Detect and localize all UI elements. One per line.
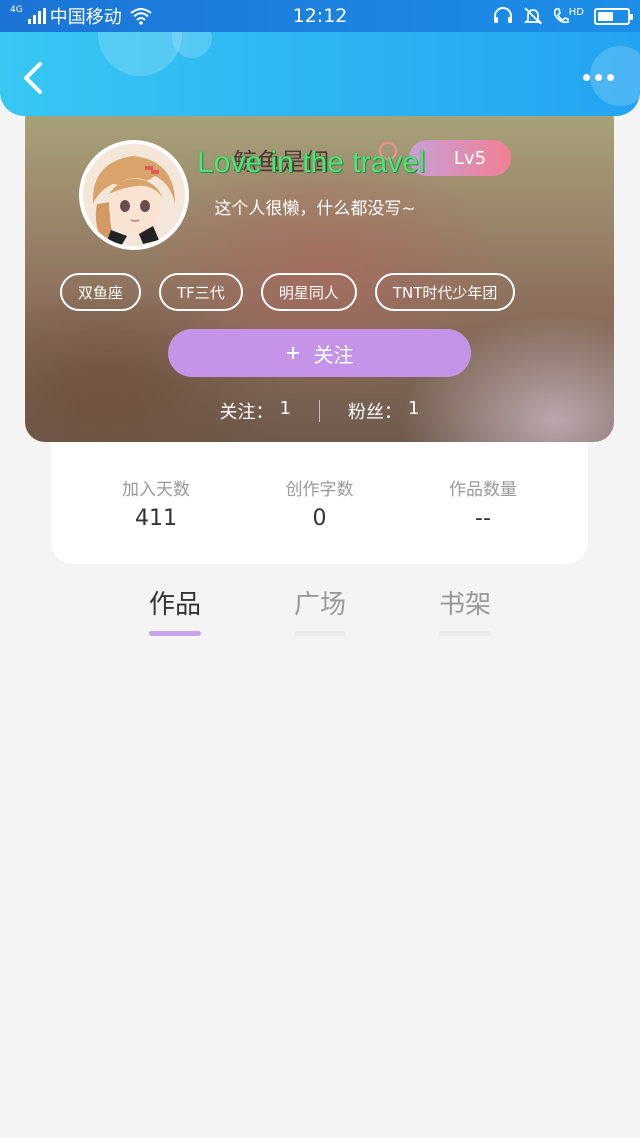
hd-call-icon: HD bbox=[553, 7, 584, 25]
tab-label: 书架 bbox=[438, 590, 491, 620]
fans-count[interactable]: 粉丝： 1 bbox=[348, 398, 419, 424]
tab-works[interactable]: 作品 bbox=[130, 584, 220, 636]
stat-value: -- bbox=[475, 506, 491, 531]
stat-join-days: 加入天数 411 bbox=[101, 475, 211, 564]
more-dot bbox=[595, 74, 602, 81]
tab-bookshelf[interactable]: 书架 bbox=[420, 584, 510, 636]
stat-label: 创作字数 bbox=[285, 480, 354, 500]
signal-icon bbox=[27, 8, 46, 24]
stat-value: 411 bbox=[135, 506, 177, 531]
stat-label: 加入天数 bbox=[122, 480, 190, 500]
tag-list: 双鱼座 TF三代 明星同人 TNT时代少年团 bbox=[60, 273, 516, 311]
overlay-text: Love in the travel bbox=[197, 146, 426, 179]
following-label: 关注： bbox=[219, 402, 274, 423]
mute-bell-icon bbox=[523, 7, 542, 25]
stat-word-count: 创作字数 0 bbox=[265, 475, 375, 564]
stats-card: 加入天数 411 创作字数 0 作品数量 -- bbox=[51, 442, 588, 564]
tag-item[interactable]: TF三代 bbox=[159, 273, 243, 311]
battery-level bbox=[598, 11, 614, 21]
decor-bubble bbox=[98, 32, 182, 76]
stat-value: 0 bbox=[312, 506, 327, 531]
profile-card: 鲸鱼是個 Lv5 Love in the travel 这个人很懒，什么都没写~… bbox=[25, 100, 614, 442]
status-bar: 4G 中国移动 12:12 HD bbox=[0, 0, 640, 32]
fans-label: 粉丝： bbox=[348, 402, 402, 423]
divider bbox=[319, 400, 320, 422]
more-horizontal-icon bbox=[583, 74, 590, 81]
tag-item[interactable]: 明星同人 bbox=[260, 273, 357, 311]
following-count[interactable]: 关注： 1 bbox=[220, 398, 291, 424]
back-button[interactable] bbox=[18, 60, 48, 96]
more-dot bbox=[607, 74, 614, 81]
tab-indicator bbox=[294, 631, 346, 636]
tab-label: 作品 bbox=[148, 590, 201, 620]
decor-bubble bbox=[172, 32, 212, 58]
network-type: 4G bbox=[10, 5, 23, 15]
carrier-name: 中国移动 bbox=[49, 7, 122, 28]
stat-works-count: 作品数量 -- bbox=[428, 475, 538, 564]
tab-indicator bbox=[439, 631, 491, 636]
tag-item[interactable]: TNT时代少年团 bbox=[374, 273, 516, 311]
tab-label: 广场 bbox=[293, 590, 346, 620]
headset-icon bbox=[493, 7, 512, 23]
hd-label: HD bbox=[568, 7, 584, 18]
fans-value: 1 bbox=[408, 398, 420, 419]
stat-label: 作品数量 bbox=[449, 480, 517, 500]
plus-icon bbox=[286, 347, 299, 359]
tab-bar: 作品 广场 书架 bbox=[130, 584, 510, 636]
wifi-icon bbox=[130, 8, 152, 25]
status-right: HD bbox=[493, 6, 633, 26]
tab-square[interactable]: 广场 bbox=[275, 584, 365, 636]
tab-indicator bbox=[149, 631, 201, 636]
header-bar bbox=[0, 32, 640, 116]
follow-stats: 关注： 1 粉丝： 1 bbox=[25, 398, 614, 424]
battery-icon bbox=[594, 7, 633, 25]
following-value: 1 bbox=[279, 398, 291, 419]
profile-bio: 这个人很懒，什么都没写~ bbox=[214, 199, 416, 219]
more-button[interactable] bbox=[583, 74, 614, 81]
follow-label: 关注 bbox=[313, 344, 354, 367]
tag-item[interactable]: 双鱼座 bbox=[60, 273, 142, 311]
chevron-left-icon bbox=[24, 62, 42, 94]
status-left: 4G 中国移动 bbox=[10, 3, 152, 29]
follow-button[interactable]: 关注 bbox=[168, 329, 471, 377]
